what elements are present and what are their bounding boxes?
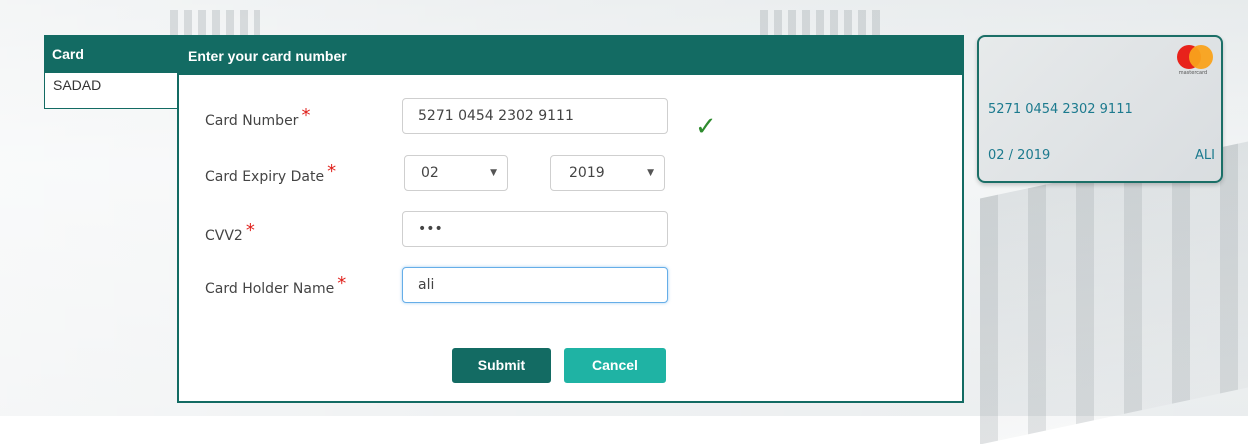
expiry-year-value: 2019 [569, 165, 605, 181]
background-building [760, 10, 880, 36]
cancel-button[interactable]: Cancel [564, 348, 666, 383]
expiry-month-value: 02 [421, 165, 439, 181]
card-number-label-text: Card Number [205, 113, 299, 129]
card-number-input[interactable]: 5271 0454 2302 9111 [402, 98, 668, 134]
holder-label-text: Card Holder Name [205, 281, 335, 297]
submit-button[interactable]: Submit [452, 348, 551, 383]
card-number-label: Card Number * [205, 105, 310, 130]
required-asterisk: * [337, 273, 347, 294]
required-asterisk: * [301, 105, 311, 126]
holder-label: Card Holder Name * [205, 273, 346, 298]
panel-title: Enter your card number [179, 37, 962, 75]
expiry-month-select[interactable]: 02 ▼ [404, 155, 508, 191]
holder-name-input[interactable]: ali [402, 267, 668, 303]
valid-check-icon: ✓ [695, 112, 717, 142]
card-form-panel: Enter your card number Card Number * 5271… [177, 35, 964, 403]
chevron-down-icon: ▼ [490, 168, 497, 178]
payment-method-tabs: Card SADAD [44, 35, 178, 109]
tab-sadad[interactable]: SADAD [44, 73, 178, 109]
chevron-down-icon: ▼ [647, 168, 654, 178]
expiry-year-select[interactable]: 2019 ▼ [550, 155, 665, 191]
mastercard-logo: mastercard [1173, 43, 1213, 79]
card-brand-text: mastercard [1178, 70, 1208, 76]
cvv-label-text: CVV2 [205, 228, 243, 244]
expiry-label: Card Expiry Date * [205, 161, 336, 186]
tab-card[interactable]: Card [44, 35, 178, 73]
required-asterisk: * [327, 161, 337, 182]
mastercard-yellow-circle [1189, 45, 1213, 69]
background-building [170, 10, 260, 36]
card-preview: mastercard 5271 0454 2302 9111 02 / 2019… [977, 35, 1223, 183]
card-preview-name: ALI [1195, 148, 1215, 163]
expiry-label-text: Card Expiry Date [205, 169, 325, 185]
card-preview-expiry: 02 / 2019 [988, 148, 1051, 163]
card-preview-number: 5271 0454 2302 9111 [988, 102, 1133, 117]
required-asterisk: * [245, 220, 255, 241]
cvv-label: CVV2 * [205, 220, 255, 245]
cvv-input[interactable]: ••• [402, 211, 668, 247]
